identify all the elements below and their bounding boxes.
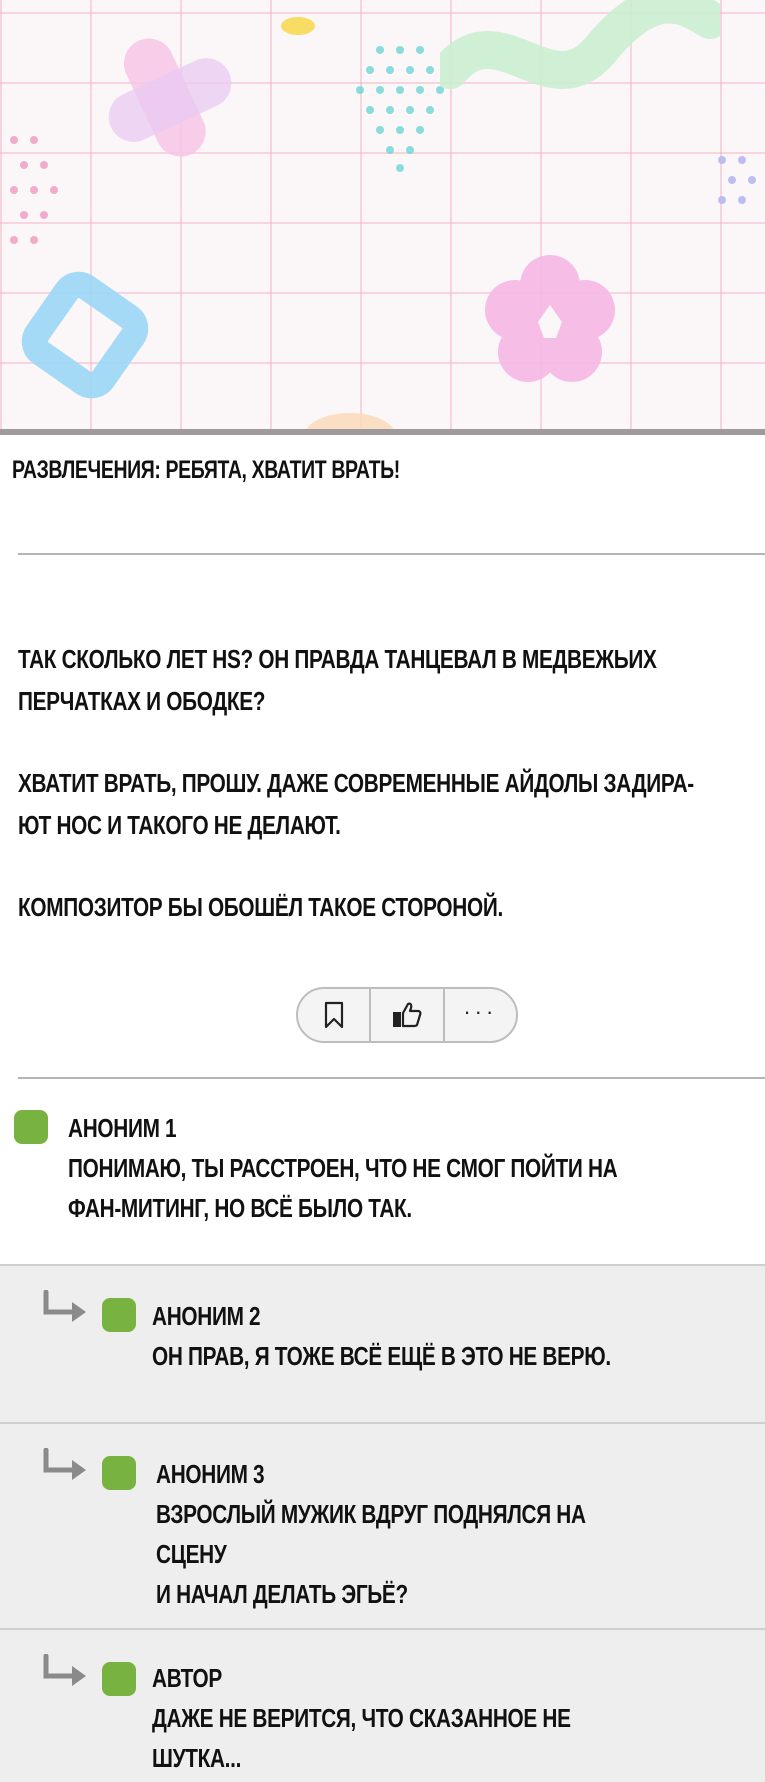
bookmark-icon	[324, 1001, 343, 1029]
comment-text: ОН ПРАВ, Я ТОЖЕ ВСЁ ЕЩЁ В ЭТО НЕ ВЕРЮ.	[152, 1341, 611, 1371]
more-icon: ···	[463, 999, 498, 1024]
blue-diamond-shape	[21, 271, 149, 399]
more-options-button[interactable]: ···	[445, 989, 516, 1041]
comments-divider	[18, 1077, 765, 1079]
comment-reply-item: АНОНИМ 2 ОН ПРАВ, Я ТОЖЕ ВСЁ ЕЩЁ В ЭТО Н…	[0, 1264, 765, 1424]
dot-grid-lavender	[718, 156, 756, 204]
post-paragraph: КОМПОЗИТОР БЫ ОБОШЁЛ ТАКОЕ СТОРОНОЙ.	[18, 892, 503, 922]
comment-author: АНОНИМ 3	[156, 1459, 265, 1489]
post-paragraph: ХВАТИТ ВРАТЬ, ПРОШУ. ДАЖЕ СОВРЕМЕННЫЕ АЙ…	[18, 768, 694, 840]
comment-text: ВЗРОСЛЫЙ МУЖИК ВДРУГ ПОДНЯЛСЯ НА СЦЕНУ И…	[156, 1499, 586, 1609]
title-divider	[18, 553, 765, 555]
post-paragraph: ТАК СКОЛЬКО ЛЕТ HS? ОН ПРАВДА ТАНЦЕВАЛ В…	[18, 644, 657, 716]
comment-reply-item: АНОНИМ 3 ВЗРОСЛЫЙ МУЖИК ВДРУГ ПОДНЯЛСЯ Н…	[0, 1422, 765, 1630]
comment-text: ДАЖЕ НЕ ВЕРИТСЯ, ЧТО СКАЗАННОЕ НЕ ШУТКА.…	[152, 1703, 571, 1773]
comment-author: АВТОР	[152, 1663, 222, 1693]
green-wave-shape	[440, 0, 720, 89]
pink-cross-shape	[108, 38, 232, 157]
post-title: РАЗВЛЕЧЕНИЯ: РЕБЯТА, ХВАТИТ ВРАТЬ!	[12, 456, 400, 484]
banner-divider	[0, 429, 765, 435]
comment-item: АНОНИМ 1 ПОНИМАЮ, ТЫ РАССТРОЕН, ЧТО НЕ С…	[0, 1080, 765, 1264]
avatar	[14, 1110, 48, 1144]
comment-author: АНОНИМ 1	[68, 1113, 177, 1143]
thumbs-up-icon	[392, 1002, 422, 1028]
post-body: ТАК СКОЛЬКО ЛЕТ HS? ОН ПРАВДА ТАНЦЕВАЛ В…	[18, 638, 738, 968]
comment-author: АНОНИМ 2	[152, 1301, 261, 1331]
comment-text: ПОНИМАЮ, ТЫ РАССТРОЕН, ЧТО НЕ СМОГ ПОЙТИ…	[68, 1153, 618, 1223]
like-button[interactable]	[371, 989, 445, 1041]
header-banner	[0, 0, 765, 434]
yellow-blob-shape	[281, 17, 315, 35]
pink-flower-shape	[485, 255, 615, 382]
reply-arrow-icon	[43, 1290, 86, 1322]
reply-arrow-icon	[43, 1654, 86, 1686]
reply-arrow-icon	[43, 1448, 86, 1480]
avatar	[102, 1662, 136, 1696]
bookmark-button[interactable]	[298, 989, 372, 1041]
comment-reply-item: АВТОР ДАЖЕ НЕ ВЕРИТСЯ, ЧТО СКАЗАННОЕ НЕ …	[0, 1628, 765, 1782]
post-action-bar: ···	[296, 987, 518, 1043]
dot-grid-pink	[10, 136, 58, 244]
avatar	[102, 1456, 136, 1490]
avatar	[102, 1298, 136, 1332]
